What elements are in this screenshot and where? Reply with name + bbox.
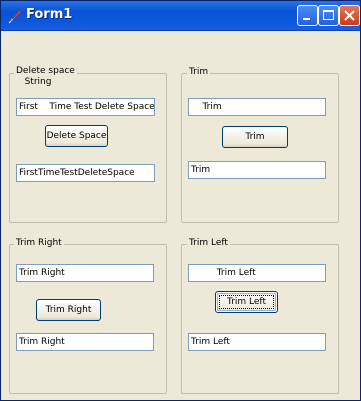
delete-space-input[interactable]: First Time Test Delete Space [16, 98, 155, 116]
trim-input[interactable]: Trim [188, 98, 326, 116]
window-title: Form1 [26, 7, 73, 22]
trim-left-output[interactable]: Trim Left [188, 333, 326, 351]
feather-icon [7, 8, 23, 24]
trim-output[interactable]: Trim [188, 161, 326, 179]
group-delete-space-title: Delete space String [14, 66, 77, 88]
title-bar[interactable]: Form1 [1, 1, 360, 31]
trim-right-output[interactable]: Trim Right [16, 333, 154, 351]
group-trim-right-title: Trim Right [14, 238, 64, 249]
maximize-button[interactable] [318, 5, 339, 26]
group-trim-left-title: Trim Left [187, 238, 230, 249]
trim-right-input[interactable]: Trim Right [16, 264, 154, 282]
delete-space-output[interactable]: FirstTimeTestDeleteSpace [16, 164, 155, 182]
group-trim [181, 73, 339, 223]
close-icon [344, 10, 355, 21]
minimize-icon [303, 18, 310, 20]
trim-button[interactable]: Trim [222, 126, 288, 148]
group-delete-space [9, 73, 167, 223]
form1-window: Form1 Delete space String First Time Tes… [0, 0, 361, 401]
trim-left-button[interactable]: Trim Left [215, 291, 278, 313]
trim-left-button-label: Trim Left [227, 297, 266, 307]
delete-space-button[interactable]: Delete Space [45, 125, 108, 147]
trim-left-input[interactable]: Trim Left [188, 264, 326, 282]
close-button[interactable] [339, 5, 360, 26]
group-trim-title: Trim [187, 67, 211, 78]
trim-right-button[interactable]: Trim Right [36, 299, 101, 321]
maximize-icon [323, 10, 334, 20]
minimize-button[interactable] [297, 5, 318, 26]
